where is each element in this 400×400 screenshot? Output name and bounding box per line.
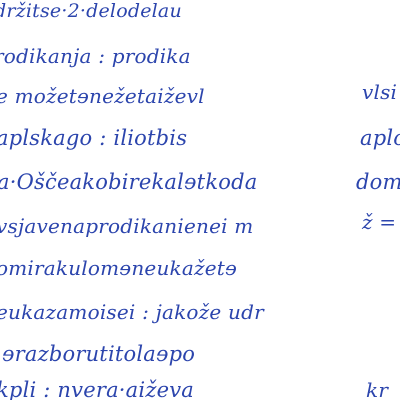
manuscript-line-7: omirakulomɘneukažetɘ <box>0 256 238 280</box>
margin-fragment-4: ž = ( <box>362 210 400 234</box>
manuscript-line-10: kpli : nvera·aiževa <box>0 378 194 400</box>
manuscript-line-9: ɘrazborutitolaɘpo <box>2 342 196 366</box>
margin-fragment-1: vlsi <box>362 80 398 104</box>
handwritten-page: držitse·2·delodelau rodikanja : prodika … <box>0 0 400 400</box>
margin-fragment-3: dom <box>356 170 400 194</box>
manuscript-line-8: eukazamoisei : jakože udr <box>0 300 264 324</box>
manuscript-line-5: a·Oščeakobirekalɘtkoda <box>0 170 258 194</box>
manuscript-line-3: e možetɘnežetaiževl <box>0 84 205 108</box>
manuscript-line-6: vsjavenaprodikanienei m <box>0 214 254 238</box>
manuscript-line-4: aplskago : iliotbis <box>0 126 188 150</box>
margin-fragment-5: kr <box>366 378 389 400</box>
margin-fragment-2: aplo <box>360 126 400 150</box>
manuscript-line-2: rodikanja : prodika <box>0 44 191 68</box>
manuscript-line-1: držitse·2·delodelau <box>0 0 182 22</box>
